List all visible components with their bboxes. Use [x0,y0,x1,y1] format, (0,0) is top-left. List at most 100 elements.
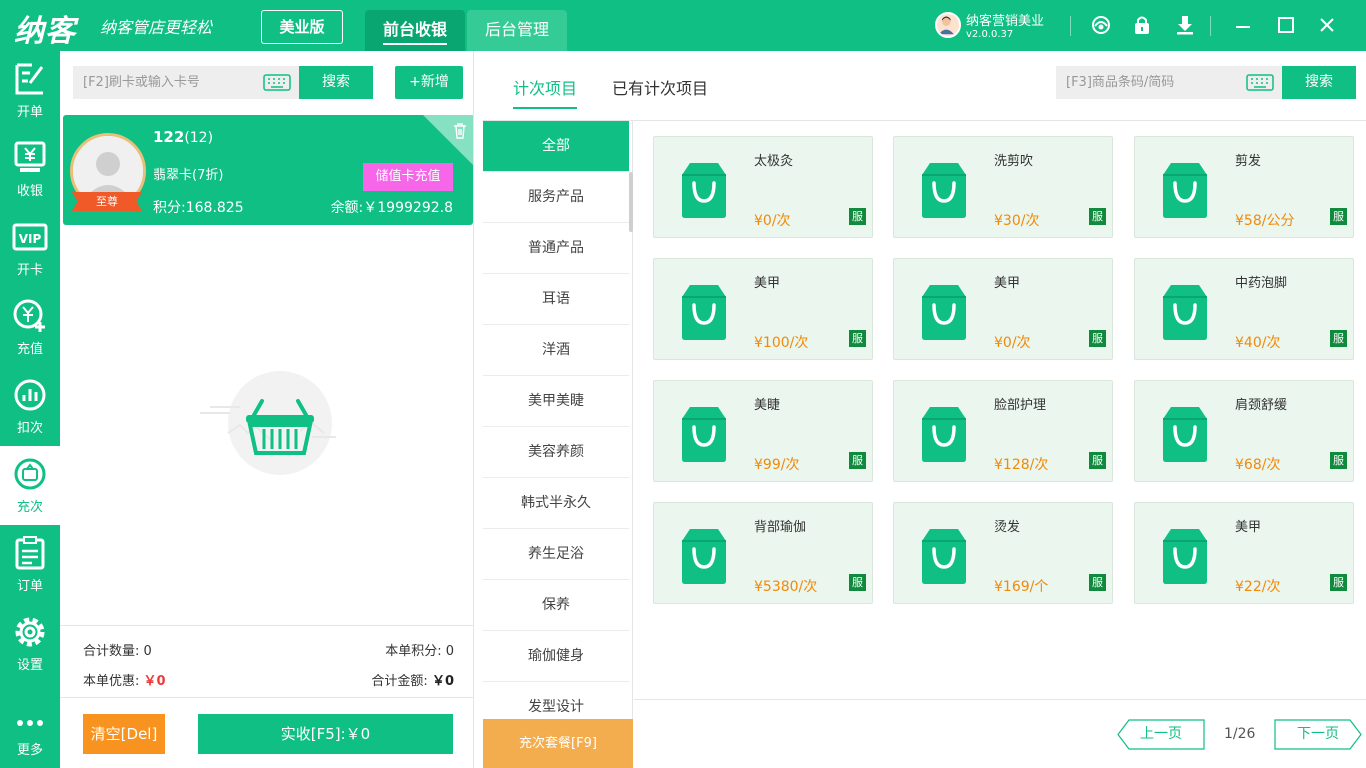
category-item[interactable]: 全部 [483,121,629,172]
nav-item-open-order[interactable]: 开单 [0,51,60,130]
order-total-label: 合计金额: [371,674,428,689]
category-item[interactable]: 美甲美睫 [483,376,629,427]
keyboard-icon[interactable] [1246,74,1274,91]
nav-item-recharge-times[interactable]: 充次 [0,446,60,525]
product-price: ¥40/次 [1235,335,1281,351]
service-badge: 服 [849,452,866,469]
support-icon[interactable] [1090,14,1112,36]
product-price: ¥30/次 [994,213,1040,229]
product-price: ¥58/公分 [1235,213,1295,229]
category-scrollbar[interactable] [629,172,633,232]
product-card[interactable]: 美甲 ¥22/次 服 [1134,502,1354,604]
clear-button[interactable]: 清空[Del] [83,714,165,754]
product-name: 美甲 [1235,520,1262,535]
close-icon[interactable] [1316,14,1338,36]
nav-item-open-card[interactable]: VIP 开卡 [0,209,60,288]
recharge-times-icon [14,458,46,490]
add-member-button[interactable]: +新增 [395,66,463,99]
nav-label: 开单 [16,105,43,120]
category-item[interactable]: 养生足浴 [483,529,629,580]
product-card[interactable]: 美睫 ¥99/次 服 [653,380,873,482]
maximize-icon[interactable] [1275,14,1297,36]
total-quantity: 合计数量: 0 [83,640,152,659]
product-card[interactable]: 美甲 ¥100/次 服 [653,258,873,360]
product-card[interactable]: 洗剪吹 ¥30/次 服 [893,136,1113,238]
minimize-icon[interactable] [1232,14,1254,36]
product-price: ¥99/次 [754,457,800,473]
shopping-bag-icon [682,407,726,462]
lock-icon[interactable] [1131,14,1153,36]
deduct-icon [14,379,46,411]
next-page-button[interactable]: 下一页 [1274,719,1362,750]
category-item[interactable]: 美容养颜 [483,427,629,478]
card-search-button[interactable]: 搜索 [299,66,373,99]
category-item[interactable]: 洋酒 [483,325,629,376]
product-card[interactable]: 烫发 ¥169/个 服 [893,502,1113,604]
category-item[interactable]: 耳语 [483,274,629,325]
product-card[interactable]: 美甲 ¥0/次 服 [893,258,1113,360]
product-price: ¥0/次 [754,213,791,229]
barcode-placeholder: [F3]商品条码/简码 [1066,75,1175,90]
shopping-bag-icon [682,163,726,218]
nav-item-settings[interactable]: 设置 [0,604,60,683]
tab-front-cashier[interactable]: 前台收银 [365,10,465,51]
product-card[interactable]: 中药泡脚 ¥40/次 服 [1134,258,1354,360]
service-badge: 服 [1089,452,1106,469]
order-discount: 本单优惠: ￥0 [83,670,166,689]
category-item[interactable]: 瑜伽健身 [483,631,629,682]
order-points: 本单积分: 0 [385,640,454,659]
tab-existing-count-items[interactable]: 已有计次项目 [612,75,708,99]
category-item[interactable]: 普通产品 [483,223,629,274]
category-item[interactable]: 服务产品 [483,172,629,223]
prev-page-button[interactable]: 上一页 [1117,719,1205,750]
shopping-bag-icon [1163,285,1207,340]
service-badge: 服 [849,574,866,591]
product-card[interactable]: 脸部护理 ¥128/次 服 [893,380,1113,482]
recharge-package-button[interactable]: 充次套餐[F9] [483,719,633,768]
recharge-icon [13,299,45,332]
cart-actions: 清空[Del] 实收[F5]:￥0 [60,697,474,768]
nav-label: 扣次 [16,421,43,436]
card-number-input[interactable]: [F2]刷卡或输入卡号 [73,66,299,99]
member-card[interactable]: 至尊 122(12) 翡翠卡(7折) 积分:168.825 余额:￥199929… [63,115,473,225]
category-item[interactable]: 保养 [483,580,629,631]
product-card[interactable]: 太极灸 ¥0/次 服 [653,136,873,238]
shopping-bag-icon [1163,407,1207,462]
category-item[interactable]: 韩式半永久 [483,478,629,529]
tab-back-office[interactable]: 后台管理 [467,10,567,51]
stored-value-recharge-button[interactable]: 储值卡充值 [363,163,453,191]
page-indicator: 1/26 [1224,726,1256,742]
user-name[interactable]: 纳客营销美业 [966,10,1044,29]
nav-item-orders[interactable]: 订单 [0,525,60,604]
nav-item-cashier[interactable]: 收银 [0,130,60,209]
order-points-label: 本单积分: [385,644,442,659]
product-price: ¥68/次 [1235,457,1281,473]
nav-item-recharge[interactable]: 充值 [0,288,60,367]
trash-icon[interactable] [453,123,467,139]
service-badge: 服 [1330,574,1347,591]
download-icon[interactable] [1174,14,1196,36]
tab-front-cashier-label: 前台收银 [382,20,447,45]
pay-button[interactable]: 实收[F5]:￥0 [198,714,453,754]
category-list: 全部 服务产品 普通产品 耳语 洋酒 美甲美睫 美容养颜 韩式半永久 养生足浴 … [483,121,633,768]
edition-badge[interactable]: 美业版 [261,10,343,44]
product-card[interactable]: 肩颈舒缓 ¥68/次 服 [1134,380,1354,482]
nav-label: 收银 [16,184,43,199]
nav-item-more[interactable]: 更多 [0,689,60,768]
product-name: 肩颈舒缓 [1235,398,1288,413]
nav-item-deduct[interactable]: 扣次 [0,367,60,446]
prev-page-label: 上一页 [1140,726,1182,742]
left-nav: 开单 收银 VIP 开卡 充值 扣次 充次 订单 设置 更多 [0,51,60,768]
cashier-icon [14,141,46,172]
product-card[interactable]: 背部瑜伽 ¥5380/次 服 [653,502,873,604]
product-card[interactable]: 剪发 ¥58/公分 服 [1134,136,1354,238]
app-logo: 纳客 [14,14,76,49]
app-version: v2.0.0.37 [966,29,1014,40]
keyboard-icon[interactable] [263,74,291,91]
user-avatar[interactable] [935,12,961,38]
tab-count-items[interactable]: 计次项目 [513,75,578,109]
product-search-button[interactable]: 搜索 [1282,66,1356,99]
barcode-input[interactable]: [F3]商品条码/简码 [1056,66,1282,99]
order-icon [15,536,45,570]
card-number-placeholder: [F2]刷卡或输入卡号 [83,75,200,90]
